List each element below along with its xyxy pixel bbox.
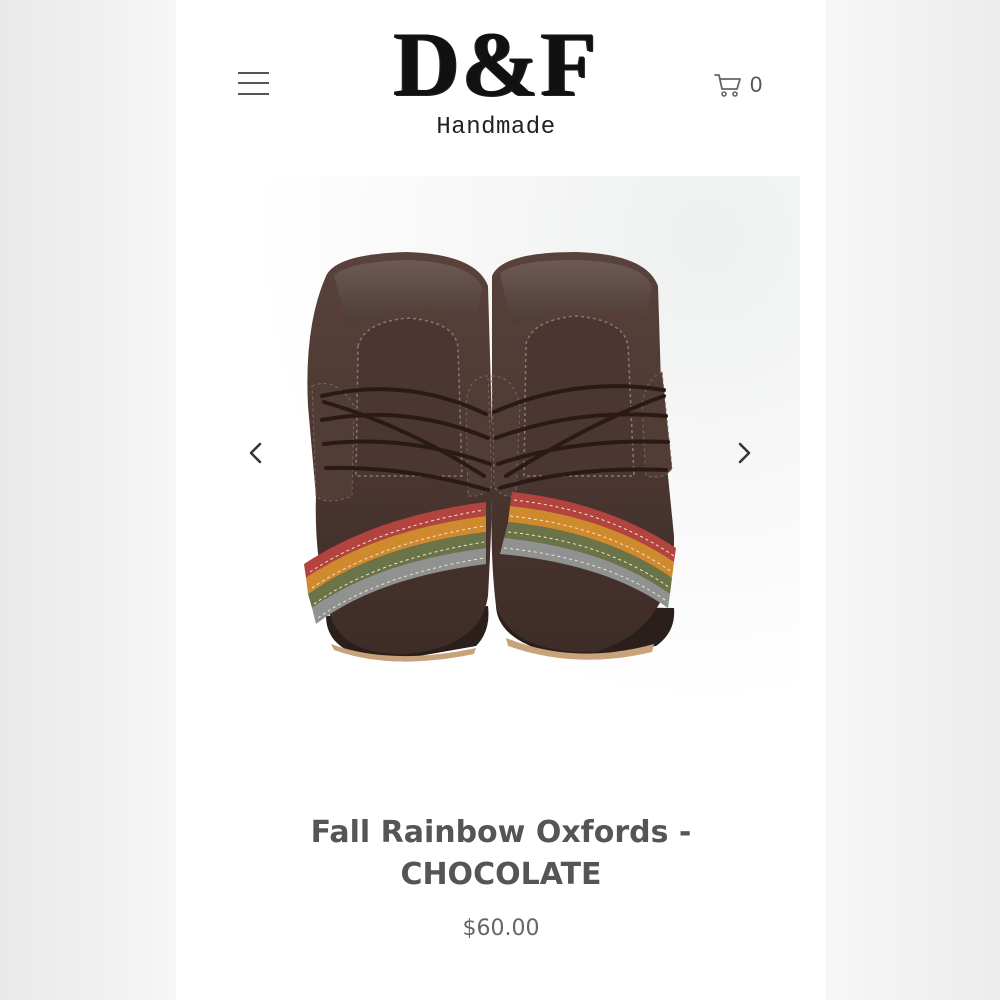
product-title-line1: Fall Rainbow Oxfords - xyxy=(310,815,692,850)
left-backdrop xyxy=(0,0,176,1000)
product-image[interactable] xyxy=(176,176,800,786)
shopping-cart-icon xyxy=(714,74,741,97)
product-title-line2: CHOCOLATE xyxy=(400,857,602,892)
right-backdrop xyxy=(826,0,1000,1000)
hamburger-menu-icon[interactable] xyxy=(236,70,270,100)
menu-bar xyxy=(238,82,269,84)
chevron-right-icon xyxy=(738,442,751,464)
menu-bar xyxy=(238,72,269,74)
product-price: $60.00 xyxy=(462,916,540,941)
product-page: D&F Handmade 0 Fall Rainbow Oxfords - CH… xyxy=(176,0,826,1000)
brand-logo[interactable]: D&F Handmade xyxy=(376,18,616,158)
menu-bar xyxy=(238,93,269,95)
baby-shoes-illustration xyxy=(304,252,676,662)
cart-button[interactable]: 0 xyxy=(714,70,762,100)
logo-mark: D&F xyxy=(393,13,599,115)
product-image-carousel[interactable] xyxy=(176,176,800,786)
left-shoe xyxy=(304,252,493,662)
carousel-next-button[interactable] xyxy=(730,438,760,468)
product-title: Fall Rainbow Oxfords - CHOCOLATE xyxy=(176,812,826,896)
logo-subtitle: Handmade xyxy=(436,114,556,141)
right-shoe xyxy=(491,252,676,660)
chevron-left-icon xyxy=(249,442,262,464)
cart-count: 0 xyxy=(750,72,763,97)
carousel-prev-button[interactable] xyxy=(240,438,270,468)
